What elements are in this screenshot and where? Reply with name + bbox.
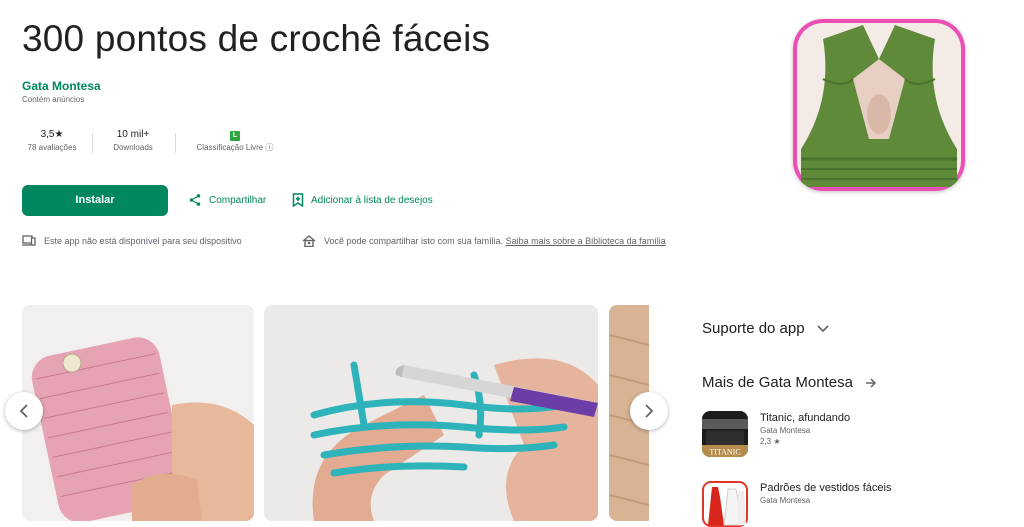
related-app-icon	[702, 481, 748, 527]
share-icon	[189, 194, 201, 206]
app-icon	[793, 19, 965, 191]
chevron-right-icon	[645, 404, 654, 418]
developer-link[interactable]: Gata Montesa	[22, 79, 101, 93]
chevron-down-icon	[817, 324, 829, 332]
downloads-stat: 10 mil+ Downloads	[102, 128, 164, 154]
downloads-value: 10 mil+	[116, 129, 150, 140]
app-support-label: Suporte do app	[702, 320, 805, 337]
wishlist-button[interactable]: Adicionar à lista de desejos	[292, 193, 433, 207]
app-support-toggle[interactable]: Suporte do app	[702, 320, 829, 337]
ads-note: Contém anúncios	[22, 95, 85, 104]
carousel-prev-button[interactable]	[5, 392, 43, 430]
devices-icon	[22, 235, 36, 246]
more-from-label: Mais de Gata Montesa	[702, 374, 853, 391]
related-app-icon: TITANIC	[702, 411, 748, 457]
rating-value: 3,5★	[40, 129, 64, 140]
rating-stat: 3,5★ 78 avaliações	[22, 128, 82, 154]
related-app-rating: 2,3 ★	[760, 437, 781, 446]
related-app-name: Titanic, afundando	[760, 412, 851, 424]
stat-divider	[92, 133, 93, 153]
bookmark-add-icon	[292, 193, 304, 207]
family-note-text: Você pode compartilhar isto com sua famí…	[324, 236, 504, 246]
share-label: Compartilhar	[209, 194, 267, 206]
carousel-next-button[interactable]	[630, 392, 668, 430]
wishlist-label: Adicionar à lista de desejos	[311, 194, 433, 206]
content-rating-label: Classificação Livre ⓘ	[196, 143, 274, 152]
content-rating-stat[interactable]: L Classificação Livre ⓘ	[186, 128, 284, 154]
screenshot-2[interactable]	[264, 305, 598, 521]
related-app-developer: Gata Montesa	[760, 426, 811, 435]
rating-count: 78 avaliações	[27, 143, 77, 152]
more-from-developer-link[interactable]: Mais de Gata Montesa	[702, 374, 877, 391]
related-app-item[interactable]: TITANIC Titanic, afundando Gata Montesa …	[702, 411, 850, 457]
device-note: Este app não está disponível para seu di…	[22, 235, 242, 246]
install-button[interactable]: Instalar	[22, 185, 168, 216]
related-app-item[interactable]: Padrões de vestidos fáceis Gata Montesa	[702, 481, 891, 527]
titanic-icon-text: TITANIC	[709, 448, 740, 457]
family-library-link[interactable]: Saiba mais sobre a Biblioteca da família	[506, 236, 666, 246]
stat-divider	[175, 133, 176, 153]
share-button[interactable]: Compartilhar	[188, 193, 266, 207]
related-app-name: Padrões de vestidos fáceis	[760, 482, 892, 494]
family-home-icon	[302, 235, 316, 247]
downloads-label: Downloads	[113, 143, 153, 152]
device-note-text: Este app não está disponível para seu di…	[44, 235, 242, 246]
family-note: Você pode compartilhar isto com sua famí…	[302, 235, 666, 247]
content-rating-badge: L	[230, 131, 240, 141]
app-title: 300 pontos de crochê fáceis	[22, 18, 491, 59]
chevron-left-icon	[19, 404, 28, 418]
arrow-right-icon	[865, 377, 876, 388]
related-app-developer: Gata Montesa	[760, 496, 811, 505]
screenshot-1[interactable]	[22, 305, 254, 521]
